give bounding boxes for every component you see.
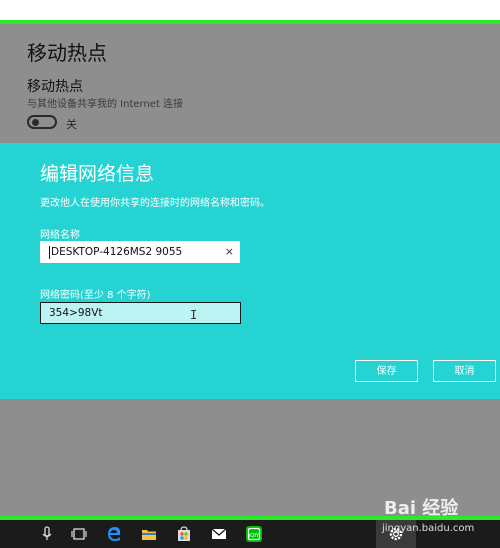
password-value: 354>98Vt [49,307,103,319]
ibeam-cursor-icon: I [190,308,198,322]
top-strip [0,0,500,20]
network-name-label: 网络名称 [40,230,80,241]
edge-icon[interactable] [105,525,123,543]
mail-icon[interactable] [210,525,228,543]
password-label: 网络密码(至少 8 个字符) [40,290,151,301]
toggle-state-label: 关 [66,118,77,131]
svg-text:iQIY: iQIY [249,533,260,539]
dialog-description: 更改他人在使用你共享的连接时的网络名称和密码。 [40,198,270,209]
network-name-input[interactable]: DESKTOP-4126MS2 9055 × [40,241,240,263]
network-name-value: DESKTOP-4126MS2 9055 [51,246,183,258]
text-caret [49,246,50,259]
dialog-title: 编辑网络信息 [40,163,155,185]
baidu-watermark-url: jingyan.baidu.com [382,523,475,534]
clear-icon[interactable]: × [225,242,234,262]
file-explorer-icon[interactable] [140,525,158,543]
hotspot-description: 与其他设备共享我的 Internet 连接 [27,99,184,110]
page-title: 移动热点 [27,41,107,65]
task-view-icon[interactable] [70,525,88,543]
edit-network-dialog: 编辑网络信息 更改他人在使用你共享的连接时的网络名称和密码。 网络名称 DESK… [0,143,500,399]
save-button[interactable]: 保存 [355,360,418,382]
password-input[interactable]: 354>98Vt I [40,302,241,324]
microphone-icon[interactable] [38,525,56,543]
iqiyi-icon[interactable]: iQIY [245,525,263,543]
store-icon[interactable] [175,525,193,543]
cancel-button[interactable]: 取消 [433,360,496,382]
baidu-watermark: Bai 经验 [384,498,459,519]
hotspot-label: 移动热点 [27,79,83,95]
hotspot-toggle[interactable] [27,115,57,129]
toggle-knob [32,119,39,126]
